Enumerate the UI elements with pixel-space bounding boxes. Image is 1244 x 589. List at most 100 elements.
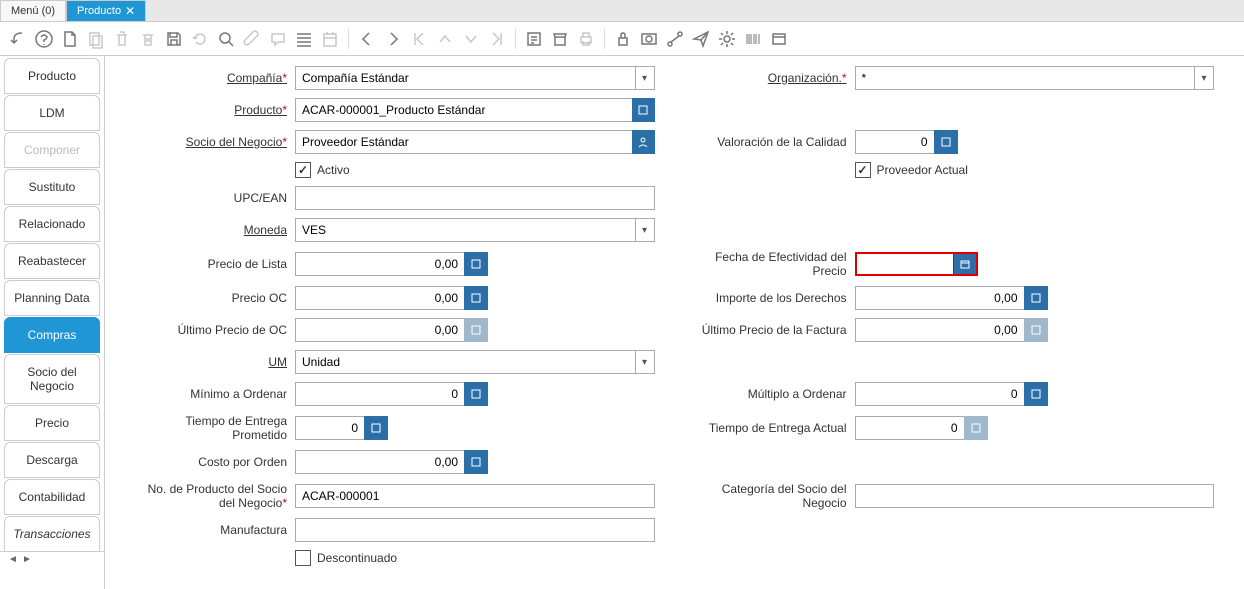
label-compania[interactable]: Compañía* [135, 71, 295, 85]
search-icon[interactable] [216, 29, 236, 49]
tab-producto[interactable]: Producto ✕ [66, 0, 146, 21]
label-minimo-ordenar: Mínimo a Ordenar [135, 387, 295, 401]
label-precio-lista: Precio de Lista [135, 257, 295, 271]
moneda-dropdown[interactable] [636, 218, 655, 242]
label-producto[interactable]: Producto* [135, 103, 295, 117]
costo-orden-input[interactable] [295, 450, 465, 474]
minimo-ordenar-calc-button[interactable] [464, 382, 488, 406]
scroll-left-icon[interactable]: ◄ [6, 554, 20, 565]
sidebar-item-componer[interactable]: Componer [4, 132, 100, 168]
sidebar-item-precio[interactable]: Precio [4, 405, 100, 441]
precio-oc-calc-button[interactable] [464, 286, 488, 310]
label-costo-orden: Costo por Orden [135, 455, 295, 469]
label-ultimo-precio-oc: Último Precio de OC [135, 323, 295, 337]
down-icon[interactable] [461, 29, 481, 49]
socio-input[interactable] [295, 130, 633, 154]
last-icon[interactable] [487, 29, 507, 49]
sidebar-item-planning[interactable]: Planning Data [4, 280, 100, 316]
precio-lista-calc-button[interactable] [464, 252, 488, 276]
importe-derechos-calc-button[interactable] [1024, 286, 1048, 310]
sidebar-item-transacciones[interactable]: Transacciones [4, 516, 100, 552]
sidebar-item-socio[interactable]: Socio del Negocio [4, 354, 100, 404]
window-icon[interactable] [769, 29, 789, 49]
socio-lookup-button[interactable] [632, 130, 655, 154]
label-um[interactable]: UM [135, 355, 295, 369]
copy-icon[interactable] [86, 29, 106, 49]
refresh-icon[interactable] [190, 29, 210, 49]
sidebar-item-reabastecer[interactable]: Reabastecer [4, 243, 100, 279]
costo-orden-calc-button[interactable] [464, 450, 488, 474]
prev-icon[interactable] [357, 29, 377, 49]
undo-icon[interactable] [8, 29, 28, 49]
activo-label: Activo [317, 163, 350, 177]
archive-icon[interactable] [550, 29, 570, 49]
compania-input[interactable] [295, 66, 636, 90]
zoom-icon[interactable] [639, 29, 659, 49]
send-icon[interactable] [691, 29, 711, 49]
new-icon[interactable] [60, 29, 80, 49]
precio-lista-input[interactable] [295, 252, 465, 276]
tiempo-prometido-input[interactable] [295, 416, 365, 440]
print-icon[interactable] [576, 29, 596, 49]
producto-lookup-button[interactable] [632, 98, 655, 122]
sidebar-item-producto[interactable]: Producto [4, 58, 100, 94]
um-input[interactable] [295, 350, 636, 374]
gear-icon[interactable] [717, 29, 737, 49]
save-icon[interactable] [164, 29, 184, 49]
ultimo-precio-oc-input[interactable] [295, 318, 465, 342]
lock-icon[interactable] [613, 29, 633, 49]
first-icon[interactable] [409, 29, 429, 49]
workflow-icon[interactable] [665, 29, 685, 49]
sidebar-item-sustituto[interactable]: Sustituto [4, 169, 100, 205]
delete2-icon[interactable] [138, 29, 158, 49]
compania-dropdown[interactable] [636, 66, 655, 90]
barcode-icon[interactable] [743, 29, 763, 49]
report-icon[interactable] [524, 29, 544, 49]
manufactura-input[interactable] [295, 518, 655, 542]
delete-icon[interactable] [112, 29, 132, 49]
scroll-right-icon[interactable]: ► [20, 554, 34, 565]
upc-input[interactable] [295, 186, 655, 210]
moneda-input[interactable] [295, 218, 636, 242]
multiplo-ordenar-input[interactable] [855, 382, 1025, 406]
tab-menu[interactable]: Menú (0) [0, 0, 66, 21]
up-icon[interactable] [435, 29, 455, 49]
no-producto-socio-input[interactable] [295, 484, 655, 508]
um-dropdown[interactable] [636, 350, 655, 374]
fecha-efectividad-input[interactable] [855, 252, 955, 276]
fecha-efectividad-cal-button[interactable] [954, 252, 978, 276]
label-ultimo-precio-factura: Último Precio de la Factura [695, 323, 855, 337]
proveedor-checkbox[interactable] [855, 162, 871, 178]
sidebar-item-relacionado[interactable]: Relacionado [4, 206, 100, 242]
organizacion-input[interactable] [855, 66, 1196, 90]
ultimo-precio-factura-input[interactable] [855, 318, 1025, 342]
next-icon[interactable] [383, 29, 403, 49]
precio-oc-input[interactable] [295, 286, 465, 310]
producto-input[interactable] [295, 98, 633, 122]
label-moneda[interactable]: Moneda [135, 223, 295, 237]
label-manufactura: Manufactura [135, 523, 295, 537]
chat-icon[interactable] [268, 29, 288, 49]
help-icon[interactable] [34, 29, 54, 49]
attach-icon[interactable] [242, 29, 262, 49]
importe-derechos-input[interactable] [855, 286, 1025, 310]
valoracion-input[interactable] [855, 130, 935, 154]
valoracion-calc-button[interactable] [934, 130, 958, 154]
sidebar-item-compras[interactable]: Compras [4, 317, 100, 353]
categoria-socio-input[interactable] [855, 484, 1215, 508]
tiempo-prometido-calc-button[interactable] [364, 416, 388, 440]
sidebar-item-ldm[interactable]: LDM [4, 95, 100, 131]
tiempo-actual-input[interactable] [855, 416, 965, 440]
organizacion-dropdown[interactable] [1195, 66, 1214, 90]
label-organizacion[interactable]: Organización.* [695, 71, 855, 85]
label-socio[interactable]: Socio del Negocio* [135, 135, 295, 149]
grid-icon[interactable] [294, 29, 314, 49]
close-icon[interactable]: ✕ [125, 4, 135, 18]
descontinuado-checkbox[interactable] [295, 550, 311, 566]
sidebar-item-contabilidad[interactable]: Contabilidad [4, 479, 100, 515]
calendar-icon[interactable] [320, 29, 340, 49]
sidebar-item-descarga[interactable]: Descarga [4, 442, 100, 478]
minimo-ordenar-input[interactable] [295, 382, 465, 406]
activo-checkbox[interactable] [295, 162, 311, 178]
multiplo-ordenar-calc-button[interactable] [1024, 382, 1048, 406]
